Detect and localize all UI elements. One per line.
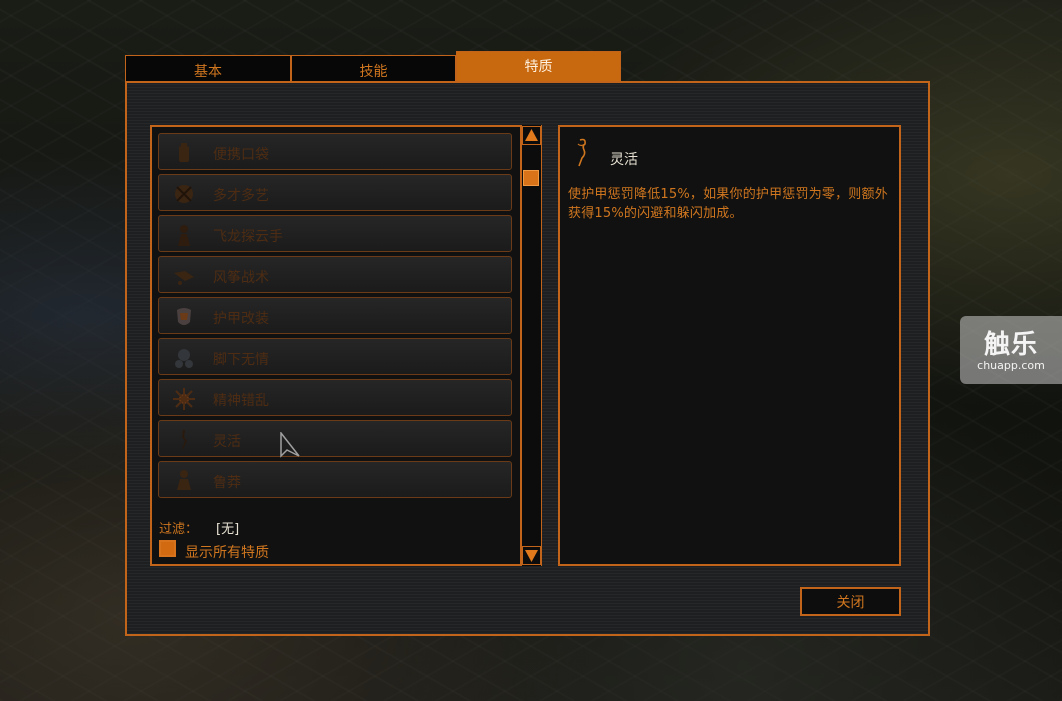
- tab-traits[interactable]: 特质: [456, 51, 621, 81]
- trait-item-armor-mod[interactable]: 护甲改装: [158, 297, 512, 334]
- scroll-down-button[interactable]: [522, 546, 541, 565]
- trait-item-insanity[interactable]: 精神错乱: [158, 379, 512, 416]
- watermark-logo-text: 触乐: [983, 330, 1038, 360]
- trait-label: 鲁莽: [213, 475, 241, 491]
- chuapp-watermark: 触乐 chuapp.com: [960, 316, 1062, 384]
- pickpocket-icon: [178, 225, 190, 246]
- trait-label: 便携口袋: [213, 147, 269, 163]
- armor-mod-icon: [177, 308, 191, 325]
- trait-item-reckless[interactable]: 鲁莽: [158, 461, 512, 498]
- trait-detail-description: 使护甲惩罚降低15%，如果你的护甲惩罚为零，则额外获得15%的闪避和躲闪加成。: [568, 187, 888, 221]
- watermark-url: chuapp.com: [977, 359, 1045, 372]
- trait-item-stomp[interactable]: 脚下无情: [158, 338, 512, 375]
- show-all-traits-checkbox[interactable]: [159, 540, 176, 557]
- trait-item-kite-tactics[interactable]: 风筝战术: [158, 256, 512, 293]
- mouse-cursor-icon: [280, 432, 300, 458]
- trait-label: 多才多艺: [213, 188, 269, 204]
- reckless-icon: [177, 470, 191, 490]
- trait-label: 灵活: [213, 434, 241, 450]
- agile-icon: [182, 430, 187, 449]
- trait-item-pickpocket[interactable]: 飞龙探云手: [158, 215, 512, 252]
- scroll-up-button[interactable]: [522, 126, 541, 145]
- trait-label: 风筝战术: [213, 270, 269, 286]
- trait-label: 飞龙探云手: [213, 229, 283, 245]
- trait-item-versatile[interactable]: 多才多艺: [158, 174, 512, 211]
- kite-tactics-icon: [174, 271, 194, 285]
- arrow-down-icon: [525, 550, 538, 562]
- trait-label: 护甲改装: [213, 311, 269, 327]
- trait-item-agile[interactable]: 灵活: [158, 420, 512, 457]
- trait-label: 精神错乱: [213, 393, 269, 409]
- arrow-up-icon: [525, 129, 538, 141]
- versatile-icon: [175, 185, 193, 203]
- trait-item-pocket[interactable]: 便携口袋: [158, 133, 512, 170]
- stomp-icon: [175, 349, 193, 368]
- scroll-thumb[interactable]: [523, 170, 539, 186]
- close-button[interactable]: 关闭: [800, 587, 901, 616]
- insanity-icon: [173, 388, 195, 410]
- trait-list-scrollbar[interactable]: [520, 125, 541, 566]
- trait-detail-title: 灵活: [610, 152, 638, 168]
- show-all-traits-label[interactable]: 显示所有特质: [185, 542, 269, 562]
- trait-label: 脚下无情: [213, 352, 269, 368]
- pocket-icon: [179, 143, 189, 162]
- agile-icon: [577, 138, 586, 167]
- tab-basic[interactable]: 基本: [125, 55, 291, 83]
- filter-value[interactable]: [无]: [216, 518, 239, 537]
- tab-skills[interactable]: 技能: [291, 55, 456, 83]
- filter-label: 过滤：: [159, 522, 199, 537]
